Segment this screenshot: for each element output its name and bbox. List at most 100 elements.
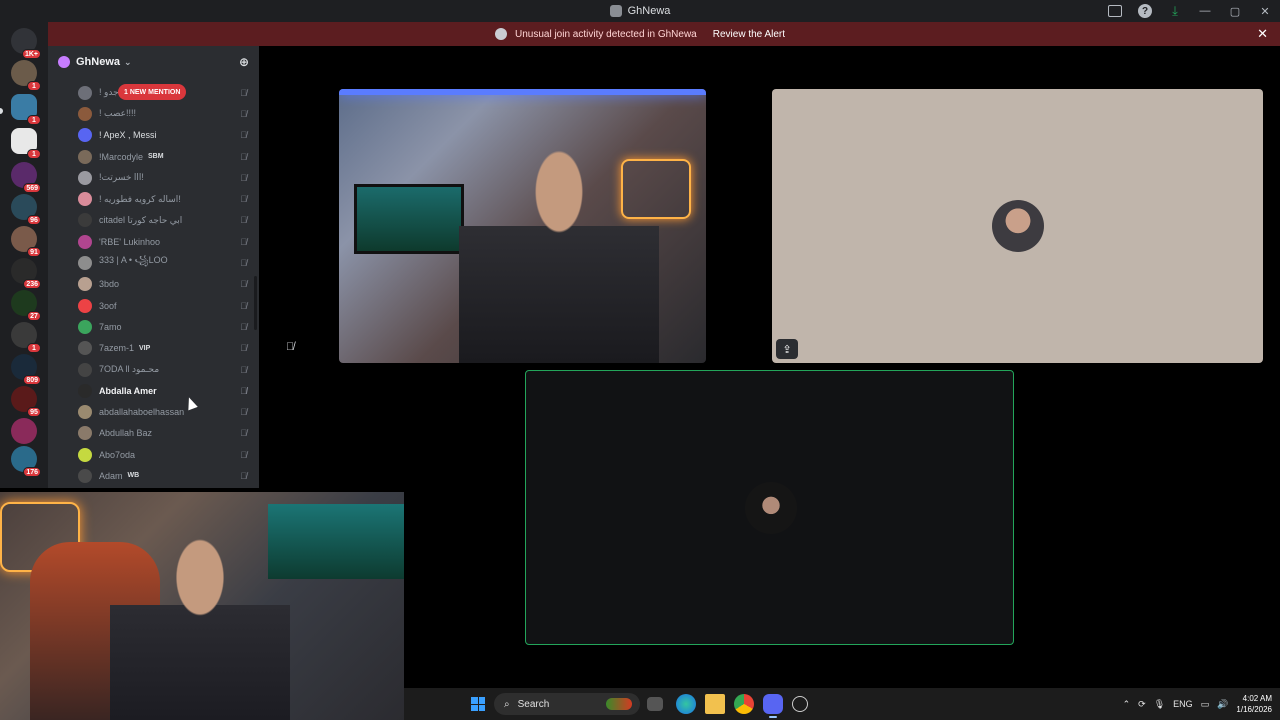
server-icon[interactable]: 95 — [11, 386, 41, 417]
guild-header[interactable]: GhNewa ⌄ ⊕ — [48, 46, 259, 78]
discord-taskbar-icon[interactable] — [763, 694, 783, 718]
review-alert-link[interactable]: Review the Alert — [713, 29, 785, 40]
member-row[interactable]: Abo7oda 🎙̸ — [48, 444, 259, 465]
deafened-icon: 🎙̸ — [240, 470, 247, 481]
member-name: !ااا خسرتت! — [99, 172, 144, 183]
server-icon[interactable]: 1 — [11, 60, 41, 91]
member-row[interactable]: !ااا خسرتت! 🎙̸ — [48, 167, 259, 188]
speaking-participant-tile[interactable] — [525, 370, 1014, 645]
member-row[interactable]: ! اساله كرويه فطوريه! 🎙̸ — [48, 188, 259, 209]
volume-icon[interactable]: 🔊 — [1217, 699, 1228, 710]
member-row[interactable]: Adam WB 🎙̸ — [48, 465, 259, 486]
file-explorer-icon[interactable] — [705, 694, 725, 714]
invite-member-icon[interactable]: ⊕ — [239, 55, 249, 69]
server-icon[interactable]: 91 — [11, 226, 41, 257]
server-icon[interactable] — [11, 418, 37, 444]
member-name: abdallahaboelhassan — [99, 407, 185, 418]
window-title: GhNewa — [609, 5, 671, 17]
avatar — [78, 319, 92, 334]
tray-chevron-icon[interactable]: ⌃ — [1123, 699, 1131, 710]
server-icon[interactable]: 569 — [11, 162, 41, 193]
avatar — [992, 200, 1044, 252]
server-rail: 1K+ 1 1 1 569 96 91 236 27 1 809 95 176 — [0, 22, 48, 488]
member-row[interactable]: Abdalla Amer 🎙̸ — [48, 380, 259, 401]
member-row[interactable]: Abdullah Baz 🎙̸ — [48, 423, 259, 444]
minimize-button[interactable]: — — [1190, 0, 1220, 22]
scrollbar[interactable] — [254, 276, 257, 330]
member-row[interactable]: abdallahaboelhassan 🎙̸ — [48, 401, 259, 422]
app-icon[interactable] — [792, 696, 808, 712]
server-badge: 236 — [23, 279, 41, 289]
server-icon[interactable]: 1 — [11, 128, 41, 159]
taskbar-search[interactable]: ⌕ Search — [494, 693, 640, 715]
deafened-icon: 🎙̸ — [240, 279, 247, 290]
help-icon[interactable]: ? — [1130, 0, 1160, 22]
server-icon[interactable]: 809 — [11, 354, 41, 385]
microphone-icon[interactable]: 🎙 — [1154, 699, 1165, 710]
clock[interactable]: 4:02 AM 1/16/2026 — [1236, 693, 1272, 715]
server-icon[interactable]: 27 — [11, 290, 41, 321]
deafened-icon: 🎙̸ — [240, 449, 247, 460]
camera-tile[interactable] — [339, 89, 706, 363]
server-badge: 569 — [23, 183, 41, 193]
member-row[interactable]: 'RBE' Lukinhoo 🎙̸ — [48, 231, 259, 252]
task-view-icon[interactable] — [647, 697, 663, 711]
wall-tv — [354, 184, 464, 254]
new-mention-pill[interactable]: 1 NEW MENTION — [118, 84, 187, 100]
member-row[interactable]: ! عصب!!!! 🎙̸ — [48, 103, 259, 124]
chevron-down-icon: ⌄ — [124, 56, 132, 67]
deafened-icon: 🎙̸ — [240, 428, 247, 439]
server-badge: 1 — [27, 81, 41, 91]
start-icon[interactable] — [468, 694, 488, 714]
member-row[interactable]: ! ApeX , Messi 🎙̸ — [48, 125, 259, 146]
deafened-icon: 🎙̸ — [240, 258, 247, 269]
download-icon[interactable]: ⤓ — [1160, 0, 1190, 22]
server-badge: 91 — [27, 247, 41, 257]
home-badge: 1K+ — [21, 49, 41, 59]
member-row[interactable]: 3oof 🎙̸ — [48, 295, 259, 316]
search-icon: ⌕ — [504, 698, 510, 710]
screenshare-icon[interactable]: ⇪ — [776, 339, 798, 359]
member-row[interactable]: 7amo 🎙̸ — [48, 316, 259, 337]
network-icon[interactable]: ▭ — [1201, 699, 1210, 710]
member-row[interactable]: 333 | A • ꧁LOO 🎙̸ — [48, 252, 259, 273]
windows-taskbar: ⌕ Search ⌃ ⟳ 🎙 ENG ▭ 🔊 4:02 AM 1/16/2026 — [404, 688, 1280, 720]
server-icon[interactable]: 96 — [11, 194, 41, 225]
shield-icon — [494, 28, 507, 40]
member-name: 3oof — [99, 300, 117, 311]
avatar — [78, 256, 92, 271]
search-highlight-icon — [606, 698, 632, 710]
inbox-icon[interactable] — [1100, 0, 1130, 22]
deafened-icon: 🎙̸ — [240, 215, 247, 226]
server-icon[interactable]: 1 — [11, 322, 41, 353]
home-icon[interactable]: 1K+ — [11, 28, 41, 59]
deafened-icon: 🎙̸ — [240, 130, 247, 141]
deafened-icon: 🎙̸ — [240, 87, 247, 98]
close-alert-icon[interactable]: ✕ — [1257, 26, 1268, 42]
member-row[interactable]: 7ODA ll محـمود 🎙̸ — [48, 359, 259, 380]
server-icon[interactable]: 236 — [11, 258, 41, 289]
avatar — [745, 482, 797, 534]
chrome-icon[interactable] — [734, 694, 754, 714]
window-title-text: GhNewa — [627, 5, 671, 17]
avatar — [78, 213, 92, 228]
member-row[interactable]: citadel ابي حاجه كورتا 🎙̸ — [48, 210, 259, 231]
edge-icon[interactable] — [676, 694, 696, 714]
server-icon[interactable]: 176 — [11, 446, 41, 477]
member-row[interactable]: 3bdo 🎙̸ — [48, 274, 259, 295]
member-row[interactable]: 7azem-1 VIP 🎙̸ — [48, 338, 259, 359]
alert-banner: Unusual join activity detected in GhNewa… — [0, 22, 1280, 46]
title-bar: GhNewa ? ⤓ — ▢ ✕ — [0, 0, 1280, 22]
voice-stage: 🎙̸ ⇪ — [259, 46, 1280, 688]
voice-member-list: ! جدو 🎙̸! عصب!!!! 🎙̸! ApeX , Messi 🎙̸ !Marco… — [48, 82, 259, 487]
maximize-button[interactable]: ▢ — [1220, 0, 1250, 22]
avatar — [78, 234, 92, 249]
language-indicator[interactable]: ENG — [1173, 699, 1193, 709]
server-badge: 1 — [27, 343, 41, 353]
member-row[interactable]: !Marcodyle SBM 🎙̸ — [48, 146, 259, 167]
sync-icon[interactable]: ⟳ — [1138, 699, 1146, 710]
close-window-button[interactable]: ✕ — [1250, 0, 1280, 22]
participant-tile[interactable]: ⇪ — [772, 89, 1263, 363]
server-icon[interactable]: 1 — [11, 94, 41, 125]
member-name: ! ApeX , Messi — [99, 130, 157, 141]
